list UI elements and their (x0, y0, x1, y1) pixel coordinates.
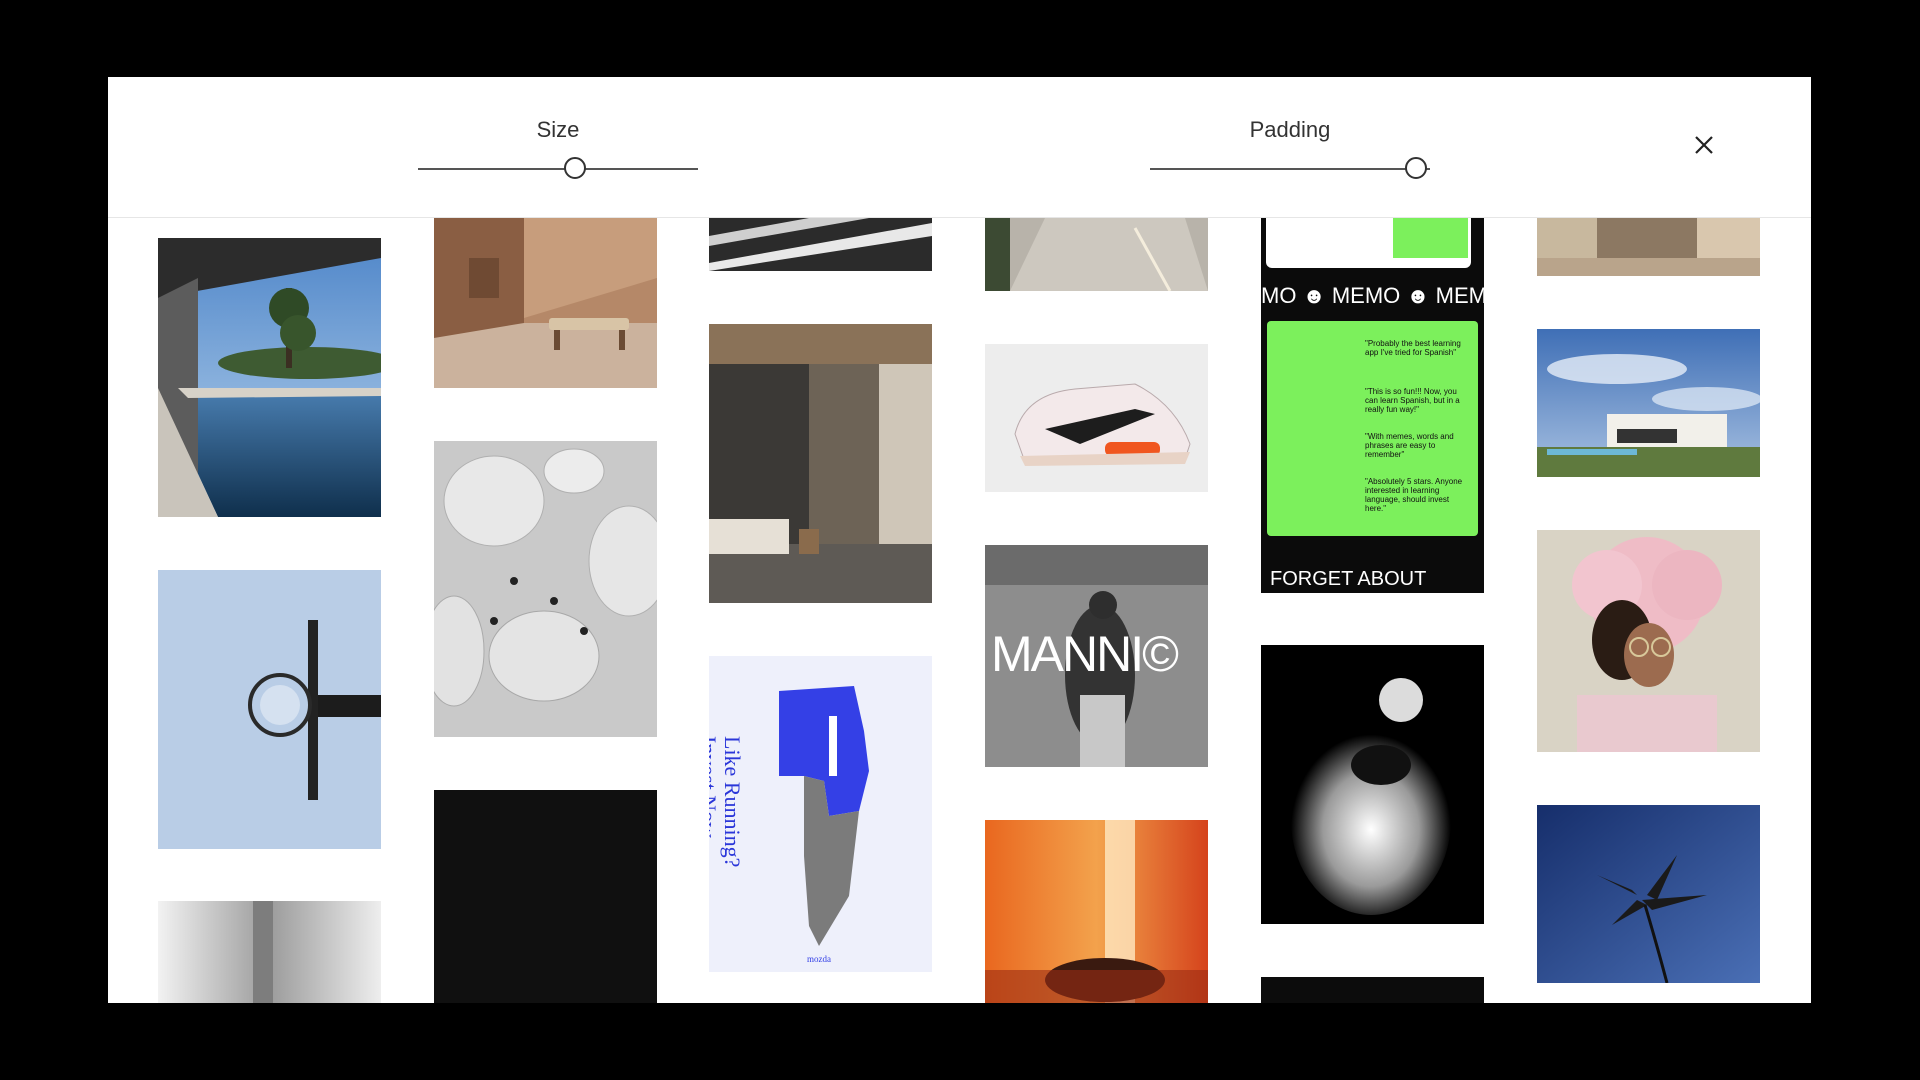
close-icon (1695, 136, 1713, 154)
image-tile-dark[interactable] (1261, 977, 1484, 1003)
poster-headline-2: Invest Now. (709, 736, 721, 843)
image-tile-running-poster[interactable]: Like Running? Invest Now. mozda (709, 656, 932, 972)
padding-label: Padding (1249, 117, 1331, 142)
memo-quote-3: "With memes, words and phrases are easy … (1365, 432, 1454, 459)
image-tile-memo-app[interactable]: MO ☻ MEMO ☻ MEM "Probably the best learn… (1261, 218, 1484, 593)
image-tile-water-drops[interactable] (434, 441, 657, 737)
mannic-title: MANNI© (991, 626, 1179, 682)
image-tile-black[interactable] (434, 790, 657, 1003)
image-tile-sneaker[interactable] (985, 344, 1208, 492)
toolbar: Size Padding (108, 77, 1811, 218)
image-tile-modern-villa[interactable] (1537, 329, 1760, 477)
image-tile-lily-flower[interactable] (1537, 805, 1760, 983)
image-tile-basketball-hoop[interactable] (158, 570, 381, 849)
padding-slider-thumb[interactable] (1405, 157, 1427, 179)
image-tile-concrete-room-lounger[interactable] (434, 218, 657, 388)
poster-headline-1: Like Running? (720, 736, 745, 868)
memo-footer: FORGET ABOUT (1270, 568, 1427, 590)
memo-quote-4: "Absolutely 5 stars. Anyone interested i… (1365, 477, 1463, 513)
close-button[interactable] (1688, 129, 1720, 161)
memo-quotes-card: "Probably the best learning app I've tri… (1267, 321, 1478, 536)
image-tile-minimal-bedroom[interactable] (709, 324, 932, 603)
image-tile-mannic-poster[interactable]: MANNI© (985, 545, 1208, 767)
size-slider-thumb[interactable] (563, 157, 586, 179)
image-tile-grey-garment[interactable] (158, 901, 381, 1003)
size-slider-track[interactable] (418, 168, 698, 170)
image-tile-pink-hair-portrait[interactable] (1537, 530, 1760, 752)
gallery-modal: Size Padding Like Running? Invest Now. m… (108, 77, 1811, 1003)
memo-phone-screen (1393, 218, 1468, 258)
image-tile-infinity-pool[interactable] (158, 238, 381, 517)
image-tile-orange-portrait[interactable] (985, 820, 1208, 1003)
image-grid: Like Running? Invest Now. mozda MANNI© M… (108, 218, 1811, 1003)
image-tile-road-stripes[interactable] (709, 218, 932, 271)
size-label: Size (536, 117, 580, 142)
poster-brand: mozda (807, 954, 831, 964)
image-tile-glass-interior[interactable] (1537, 218, 1760, 276)
memo-quote-2: "This is so fun!!! Now, you can learn Sp… (1365, 387, 1460, 414)
image-tile-glow-figure[interactable] (1261, 645, 1484, 924)
image-tile-lit-corridor[interactable] (985, 218, 1208, 291)
memo-ticker: MO ☻ MEMO ☻ MEM (1261, 283, 1484, 308)
padding-slider-track[interactable] (1150, 168, 1430, 170)
memo-quote-1: "Probably the best learning app I've tri… (1365, 339, 1461, 357)
